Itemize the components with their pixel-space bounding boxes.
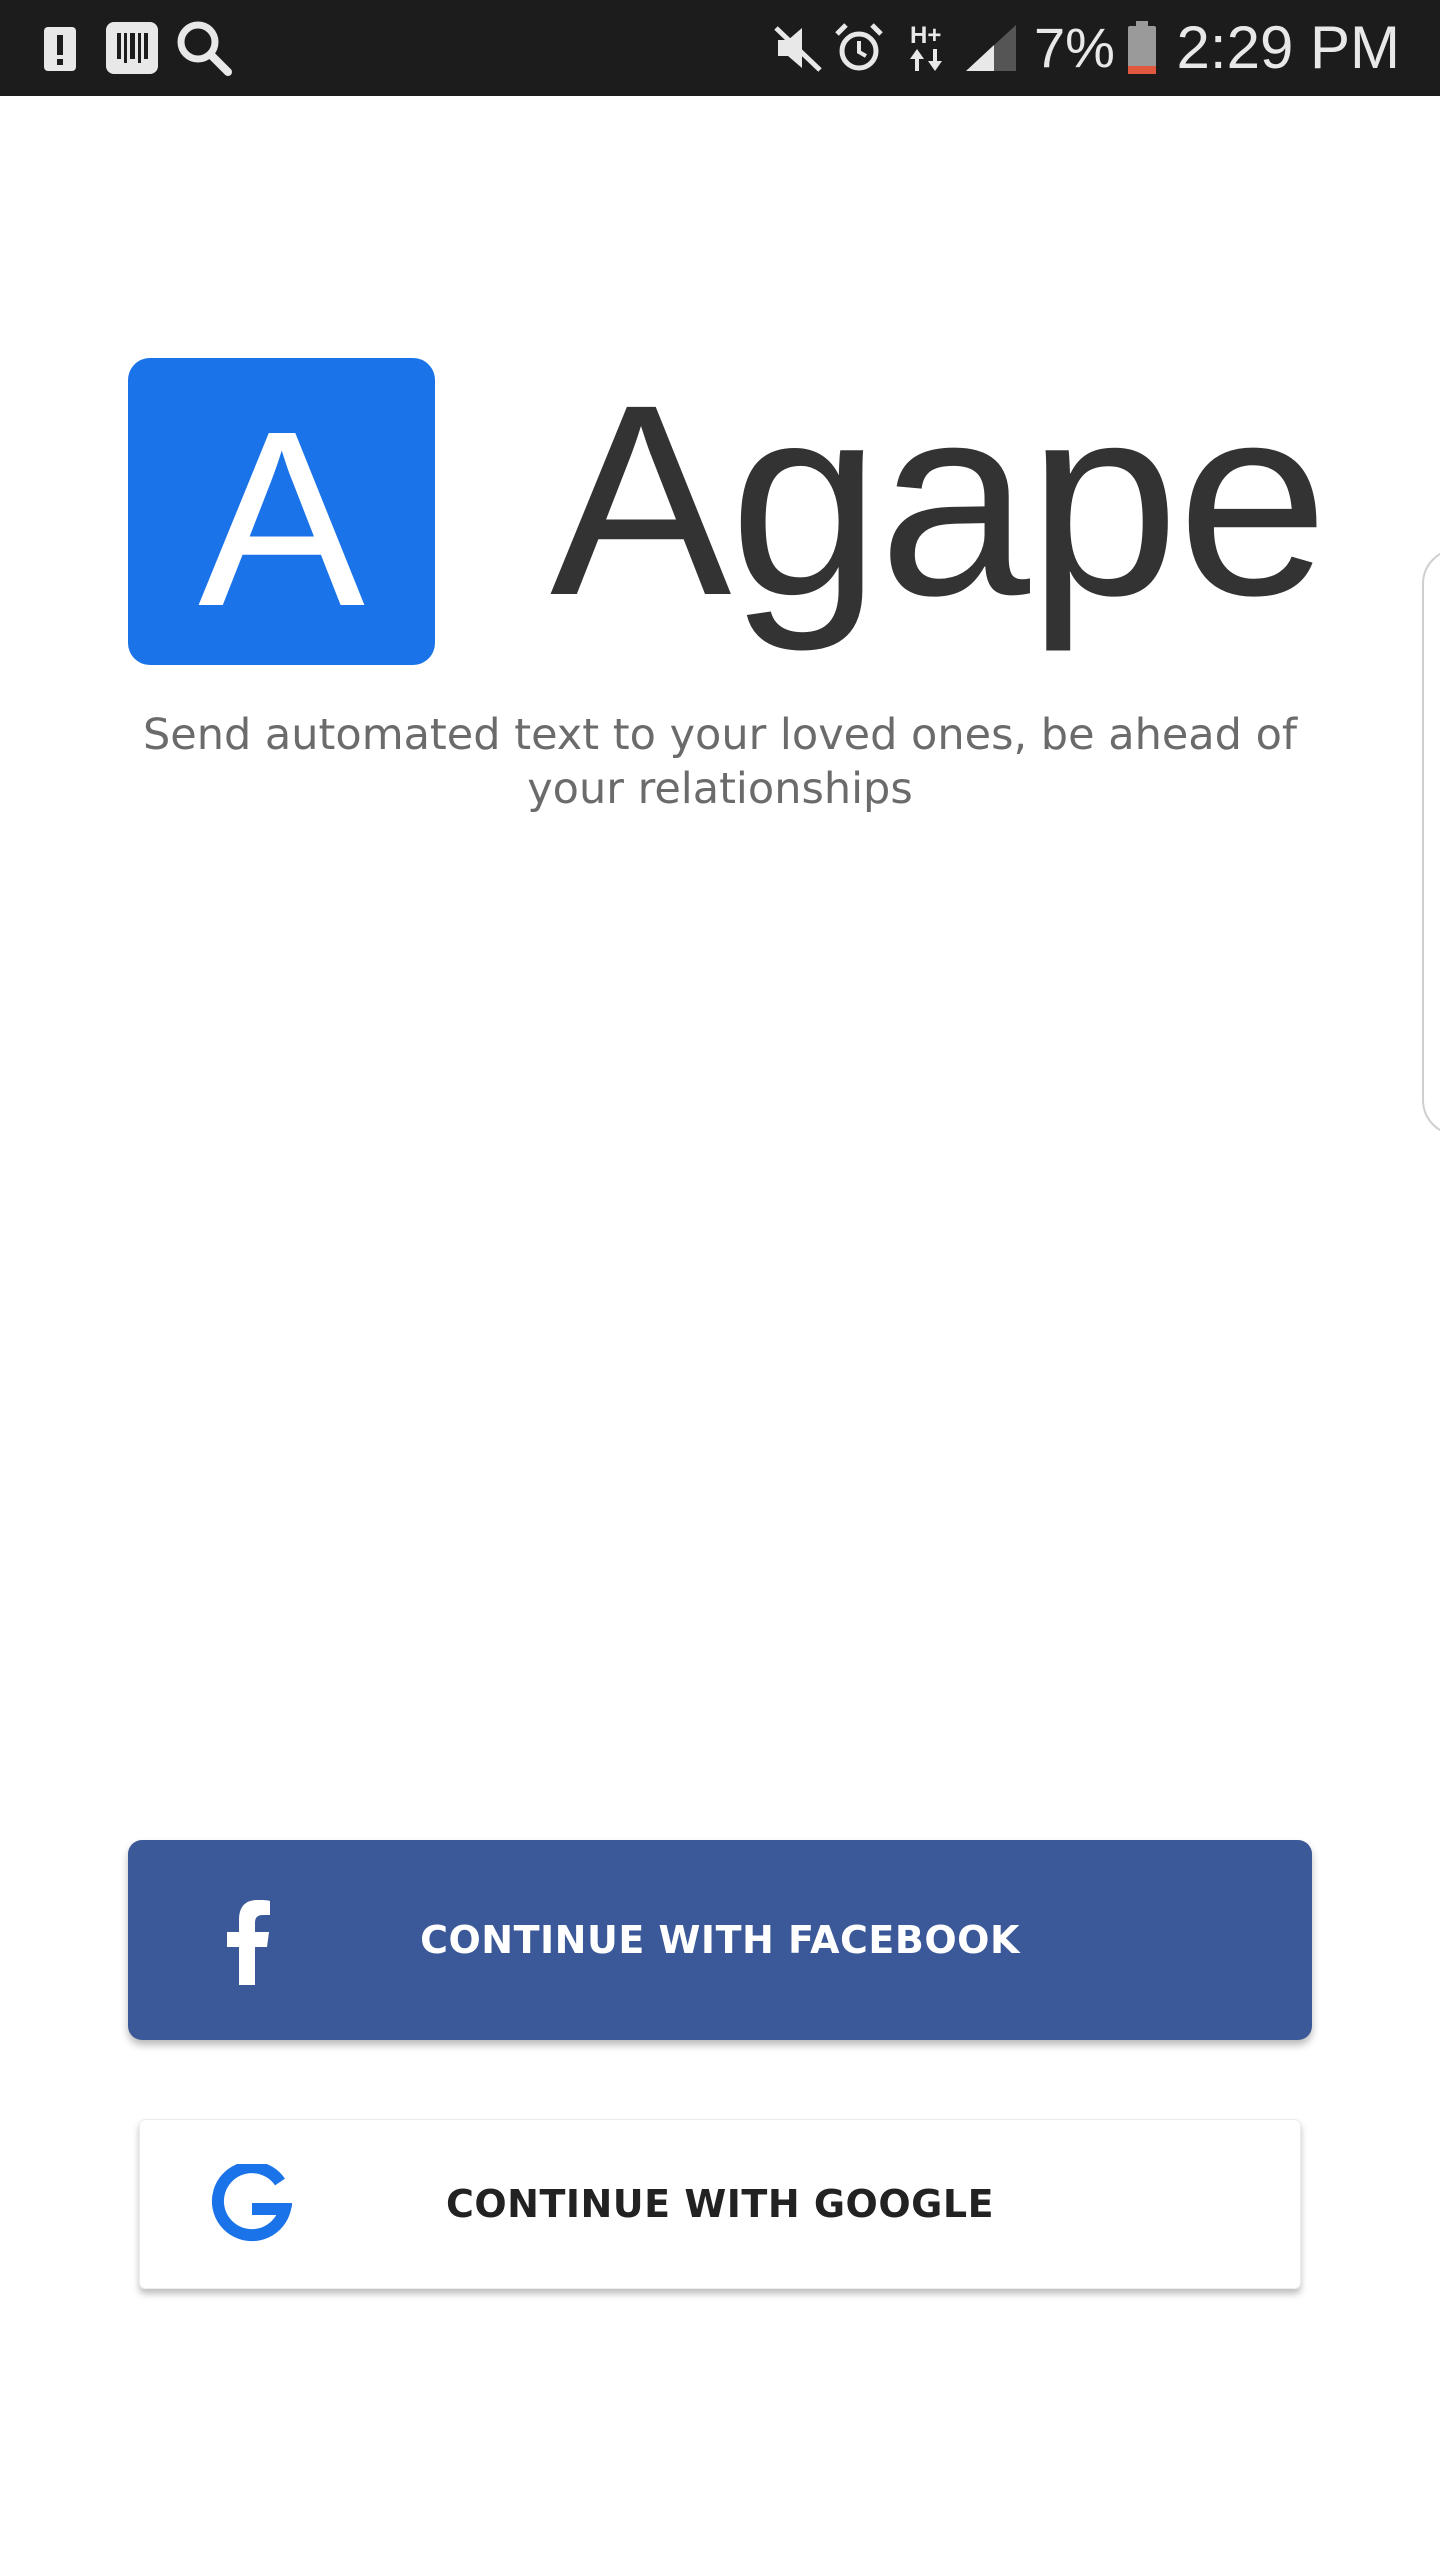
- app-name: Agape: [550, 348, 1329, 652]
- data-hplus-icon: H+: [906, 0, 950, 96]
- clock-time: 2:29 PM: [1176, 14, 1400, 81]
- login-screen: H+ 7% 2:29 PM A Agape Send automated tex…: [0, 0, 1440, 2560]
- svg-text:H+: H+: [910, 22, 941, 49]
- battery-percent: 7%: [1034, 16, 1115, 79]
- logo-letter: A: [198, 378, 365, 658]
- alarm-icon: [832, 0, 886, 96]
- barcode-app-icon: [104, 0, 160, 96]
- app-tagline: Send automated text to your loved ones, …: [142, 710, 1298, 814]
- edge-panel-handle[interactable]: [1422, 548, 1440, 1136]
- alert-notification-icon: [40, 0, 80, 96]
- app-logo-mark: A: [128, 358, 435, 665]
- search-icon: [172, 0, 236, 96]
- continue-with-facebook-button[interactable]: CONTINUE WITH FACEBOOK: [128, 1840, 1312, 2040]
- facebook-button-label: CONTINUE WITH FACEBOOK: [420, 1918, 1020, 1962]
- status-bar: H+ 7% 2:29 PM: [0, 0, 1440, 96]
- mute-icon: [770, 0, 826, 96]
- app-logo: A Agape: [128, 358, 1329, 665]
- battery-low-icon: [1124, 0, 1160, 96]
- signal-icon: [962, 0, 1020, 96]
- google-button-label: CONTINUE WITH GOOGLE: [445, 2182, 995, 2226]
- continue-with-google-button[interactable]: CONTINUE WITH GOOGLE: [139, 2119, 1301, 2289]
